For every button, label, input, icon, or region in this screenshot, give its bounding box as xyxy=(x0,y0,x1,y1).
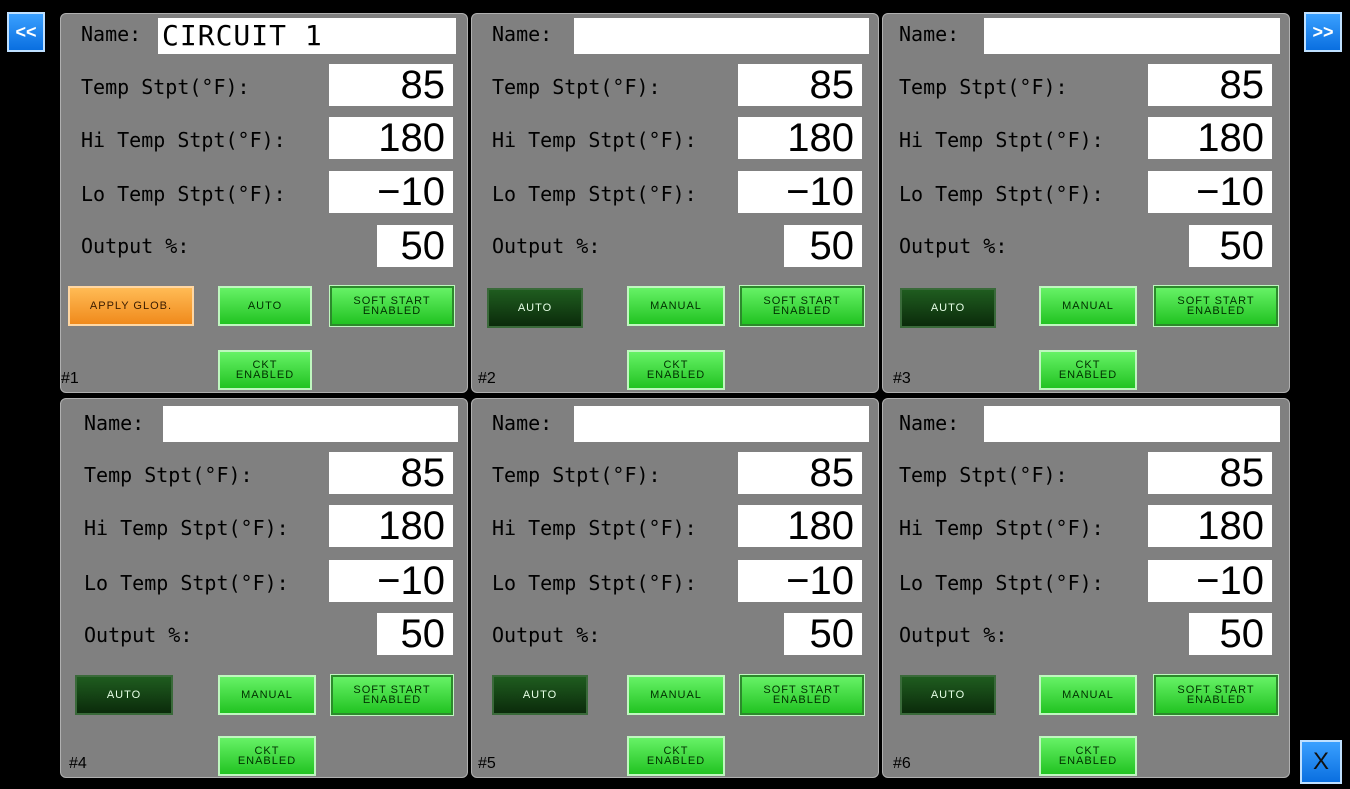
hi-temp-setpoint-label: Hi Temp Stpt(°F): xyxy=(899,516,1104,540)
auto-button[interactable]: AUTO xyxy=(900,288,996,328)
output-label: Output %: xyxy=(84,623,193,647)
circuit-panel-6: Name: Temp Stpt(°F): 85 Hi Temp Stpt(°F)… xyxy=(882,398,1290,778)
manual-button[interactable]: MANUAL xyxy=(627,286,725,326)
name-field[interactable] xyxy=(984,18,1280,54)
circuit-number: #4 xyxy=(69,755,87,772)
soft-start-button[interactable]: SOFT START ENABLED xyxy=(1153,674,1279,716)
hi-temp-setpoint-value[interactable]: 180 xyxy=(738,505,862,547)
output-label: Output %: xyxy=(899,234,1008,258)
circuit-number: #6 xyxy=(893,755,911,772)
lo-temp-setpoint-value[interactable]: −10 xyxy=(329,560,453,602)
manual-button[interactable]: MANUAL xyxy=(218,675,316,715)
circuit-enabled-button[interactable]: CKT ENABLED xyxy=(1039,350,1137,390)
name-label: Name: xyxy=(899,411,960,435)
circuit-enabled-button[interactable]: CKT ENABLED xyxy=(218,350,312,390)
lo-temp-setpoint-label: Lo Temp Stpt(°F): xyxy=(899,571,1104,595)
next-page-button[interactable]: >> xyxy=(1304,12,1342,52)
temp-setpoint-label: Temp Stpt(°F): xyxy=(492,75,661,99)
manual-button[interactable]: MANUAL xyxy=(1039,286,1137,326)
circuit-enabled-button[interactable]: CKT ENABLED xyxy=(627,736,725,776)
name-label: Name: xyxy=(492,22,553,46)
name-field[interactable] xyxy=(984,406,1280,442)
name-field[interactable] xyxy=(163,406,458,442)
circuit-panel-1: Name: CIRCUIT 1 Temp Stpt(°F): 85 Hi Tem… xyxy=(60,13,468,393)
previous-page-button[interactable]: << xyxy=(7,12,45,52)
lo-temp-setpoint-label: Lo Temp Stpt(°F): xyxy=(492,182,697,206)
temp-setpoint-value[interactable]: 85 xyxy=(1148,452,1272,494)
lo-temp-setpoint-label: Lo Temp Stpt(°F): xyxy=(84,571,289,595)
soft-start-button[interactable]: SOFT START ENABLED xyxy=(330,674,454,716)
hi-temp-setpoint-label: Hi Temp Stpt(°F): xyxy=(84,516,289,540)
hi-temp-setpoint-label: Hi Temp Stpt(°F): xyxy=(81,128,286,152)
circuit-number: #3 xyxy=(893,370,911,387)
lo-temp-setpoint-value[interactable]: −10 xyxy=(738,560,862,602)
lo-temp-setpoint-value[interactable]: −10 xyxy=(738,171,862,213)
auto-button[interactable]: AUTO xyxy=(218,286,312,326)
lo-temp-setpoint-value[interactable]: −10 xyxy=(329,171,453,213)
circuit-enabled-button[interactable]: CKT ENABLED xyxy=(627,350,725,390)
circuit-panel-2: Name: Temp Stpt(°F): 85 Hi Temp Stpt(°F)… xyxy=(471,13,879,393)
temp-setpoint-label: Temp Stpt(°F): xyxy=(492,463,661,487)
temp-setpoint-label: Temp Stpt(°F): xyxy=(899,463,1068,487)
temp-setpoint-label: Temp Stpt(°F): xyxy=(81,75,250,99)
output-value[interactable]: 50 xyxy=(377,225,453,267)
hi-temp-setpoint-label: Hi Temp Stpt(°F): xyxy=(899,128,1104,152)
hi-temp-setpoint-value[interactable]: 180 xyxy=(329,505,453,547)
lo-temp-setpoint-label: Lo Temp Stpt(°F): xyxy=(492,571,697,595)
auto-button[interactable]: AUTO xyxy=(900,675,996,715)
name-field[interactable] xyxy=(574,18,869,54)
lo-temp-setpoint-label: Lo Temp Stpt(°F): xyxy=(899,182,1104,206)
temp-setpoint-value[interactable]: 85 xyxy=(329,64,453,106)
temp-setpoint-label: Temp Stpt(°F): xyxy=(899,75,1068,99)
hi-temp-setpoint-value[interactable]: 180 xyxy=(738,117,862,159)
output-value[interactable]: 50 xyxy=(784,613,862,655)
name-label: Name: xyxy=(84,411,145,435)
auto-button[interactable]: AUTO xyxy=(75,675,173,715)
name-label: Name: xyxy=(492,411,553,435)
name-label: Name: xyxy=(81,22,142,46)
circuit-enabled-button[interactable]: CKT ENABLED xyxy=(218,736,316,776)
circuit-number: #1 xyxy=(61,370,79,387)
auto-button[interactable]: AUTO xyxy=(492,675,588,715)
temp-setpoint-value[interactable]: 85 xyxy=(1148,64,1272,106)
hi-temp-setpoint-value[interactable]: 180 xyxy=(1148,505,1272,547)
circuit-panel-5: Name: Temp Stpt(°F): 85 Hi Temp Stpt(°F)… xyxy=(471,398,879,778)
output-value[interactable]: 50 xyxy=(1189,225,1272,267)
soft-start-button[interactable]: SOFT START ENABLED xyxy=(329,285,455,327)
soft-start-button[interactable]: SOFT START ENABLED xyxy=(1153,285,1279,327)
temp-setpoint-value[interactable]: 85 xyxy=(738,64,862,106)
lo-temp-setpoint-label: Lo Temp Stpt(°F): xyxy=(81,182,286,206)
lo-temp-setpoint-value[interactable]: −10 xyxy=(1148,171,1272,213)
name-label: Name: xyxy=(899,22,960,46)
auto-button[interactable]: AUTO xyxy=(487,288,583,328)
close-button[interactable]: X xyxy=(1300,740,1342,784)
temp-setpoint-value[interactable]: 85 xyxy=(329,452,453,494)
soft-start-button[interactable]: SOFT START ENABLED xyxy=(739,285,865,327)
output-value[interactable]: 50 xyxy=(1189,613,1272,655)
output-label: Output %: xyxy=(492,234,601,258)
name-field[interactable] xyxy=(574,406,869,442)
circuit-number: #2 xyxy=(478,370,496,387)
hi-temp-setpoint-label: Hi Temp Stpt(°F): xyxy=(492,128,697,152)
temp-setpoint-label: Temp Stpt(°F): xyxy=(84,463,253,487)
output-value[interactable]: 50 xyxy=(784,225,862,267)
output-label: Output %: xyxy=(81,234,190,258)
soft-start-button[interactable]: SOFT START ENABLED xyxy=(739,674,865,716)
output-label: Output %: xyxy=(492,623,601,647)
hi-temp-setpoint-value[interactable]: 180 xyxy=(329,117,453,159)
circuit-panel-3: Name: Temp Stpt(°F): 85 Hi Temp Stpt(°F)… xyxy=(882,13,1290,393)
hi-temp-setpoint-value[interactable]: 180 xyxy=(1148,117,1272,159)
lo-temp-setpoint-value[interactable]: −10 xyxy=(1148,560,1272,602)
output-label: Output %: xyxy=(899,623,1008,647)
manual-button[interactable]: MANUAL xyxy=(627,675,725,715)
circuit-panel-4: Name: Temp Stpt(°F): 85 Hi Temp Stpt(°F)… xyxy=(60,398,468,778)
hi-temp-setpoint-label: Hi Temp Stpt(°F): xyxy=(492,516,697,540)
temp-setpoint-value[interactable]: 85 xyxy=(738,452,862,494)
manual-button[interactable]: MANUAL xyxy=(1039,675,1137,715)
circuit-number: #5 xyxy=(478,755,496,772)
circuit-enabled-button[interactable]: CKT ENABLED xyxy=(1039,736,1137,776)
output-value[interactable]: 50 xyxy=(377,613,453,655)
name-field[interactable]: CIRCUIT 1 xyxy=(158,18,456,54)
apply-global-button[interactable]: APPLY GLOB. xyxy=(68,286,194,326)
